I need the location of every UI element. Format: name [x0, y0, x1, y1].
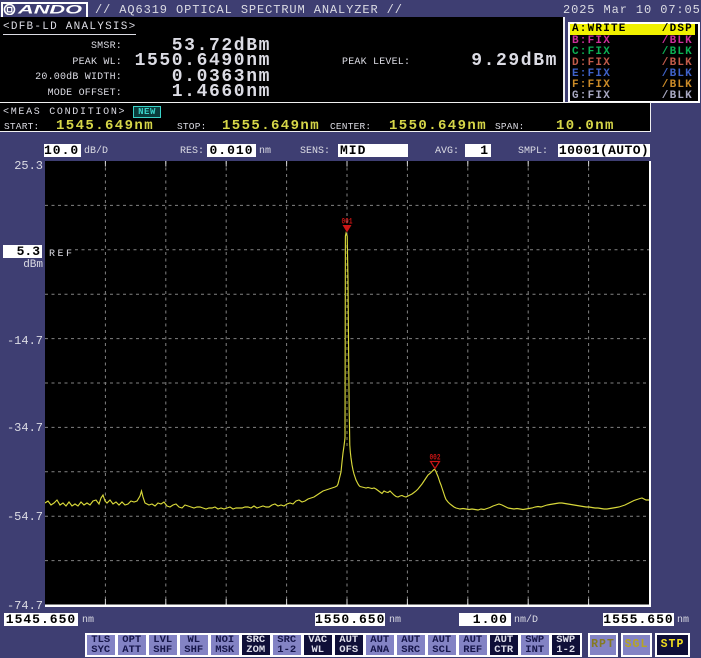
svg-text:REF: REF [49, 249, 75, 260]
svg-text:ANDO: ANDO [16, 4, 83, 15]
